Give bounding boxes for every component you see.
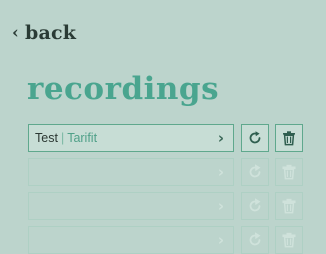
recording-row: › bbox=[28, 192, 303, 220]
delete-button[interactable] bbox=[275, 124, 303, 152]
reload-icon bbox=[249, 198, 261, 212]
delete-button[interactable] bbox=[275, 226, 303, 254]
reload-button[interactable] bbox=[241, 192, 269, 220]
page-title: recordings bbox=[27, 71, 220, 107]
recording-row: › bbox=[28, 158, 303, 186]
trash-icon bbox=[282, 164, 296, 180]
chevron-left-icon: ‹ bbox=[12, 22, 19, 43]
recording-row: Test | Tarifit › bbox=[28, 124, 303, 152]
reload-button[interactable] bbox=[241, 124, 269, 152]
recording-name: Test bbox=[35, 131, 58, 145]
recording-row: › bbox=[28, 226, 303, 254]
delete-button[interactable] bbox=[275, 192, 303, 220]
reload-icon bbox=[249, 232, 261, 246]
chevron-right-icon: › bbox=[217, 231, 224, 249]
trash-icon bbox=[282, 232, 296, 248]
chevron-right-icon: › bbox=[217, 129, 224, 147]
delete-button[interactable] bbox=[275, 158, 303, 186]
back-label: back bbox=[25, 22, 77, 44]
reload-button[interactable] bbox=[241, 158, 269, 186]
recording-open-button[interactable]: › bbox=[28, 158, 234, 186]
recording-open-button[interactable]: Test | Tarifit › bbox=[28, 124, 234, 152]
recording-separator: | bbox=[60, 131, 65, 145]
trash-icon bbox=[282, 198, 296, 214]
trash-icon bbox=[283, 131, 295, 146]
chevron-right-icon: › bbox=[217, 163, 224, 181]
reload-button[interactable] bbox=[241, 226, 269, 254]
back-button[interactable]: ‹ back bbox=[12, 22, 76, 44]
reload-icon bbox=[249, 131, 261, 144]
recording-open-button[interactable]: › bbox=[28, 226, 234, 254]
recording-language: Tarifit bbox=[67, 131, 98, 145]
reload-icon bbox=[249, 164, 261, 178]
recording-open-button[interactable]: › bbox=[28, 192, 234, 220]
chevron-right-icon: › bbox=[217, 197, 224, 215]
